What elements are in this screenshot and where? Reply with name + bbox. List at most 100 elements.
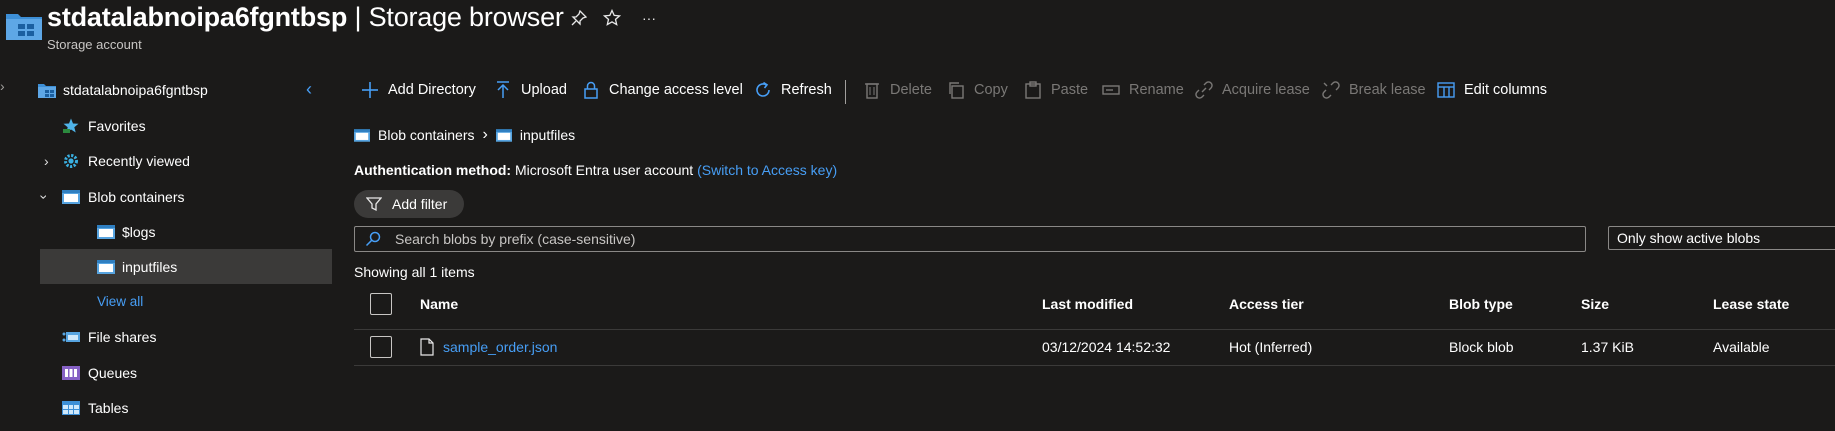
sidebar-item-label: File shares bbox=[88, 328, 157, 345]
file-icon bbox=[420, 338, 434, 356]
row-checkbox[interactable] bbox=[370, 336, 392, 358]
column-header-size[interactable]: Size bbox=[1581, 296, 1609, 312]
sidebar-item-label: inputfiles bbox=[122, 258, 178, 275]
column-header-lease-state[interactable]: Lease state bbox=[1713, 296, 1789, 312]
page-name: Storage browser bbox=[368, 2, 564, 32]
search-placeholder: Search blobs by prefix (case-sensitive) bbox=[395, 231, 636, 247]
sidebar-item-file-shares[interactable]: File shares bbox=[0, 319, 332, 354]
sidebar-item-label: Queues bbox=[88, 364, 138, 381]
sidebar-item-label: Favorites bbox=[88, 117, 146, 134]
sidebar-account[interactable]: stdatalabnoipa6fgntbsp ‹ bbox=[0, 72, 332, 107]
title-separator: | bbox=[354, 2, 362, 32]
sidebar-item-label: Tables bbox=[88, 399, 129, 416]
sidebar-item-label: $logs bbox=[122, 223, 156, 240]
add-directory-button[interactable]: Add Directory bbox=[360, 78, 476, 102]
break-lease-label: Break lease bbox=[1349, 82, 1426, 98]
page-title: stdatalabnoipa6fgntbsp | Storage browser bbox=[47, 2, 564, 33]
star-icon[interactable] bbox=[601, 7, 623, 29]
acquire-lease-button[interactable]: Acquire lease bbox=[1194, 78, 1310, 102]
breadcrumb: Blob containers › inputfiles bbox=[354, 126, 575, 144]
edit-columns-icon bbox=[1436, 80, 1456, 100]
table-icon bbox=[62, 400, 80, 416]
sidebar-item-recently-viewed[interactable]: › Recently viewed bbox=[0, 143, 332, 178]
delete-button[interactable]: Delete bbox=[862, 78, 932, 102]
gear-icon bbox=[62, 153, 80, 169]
auth-method-label: Authentication method: bbox=[354, 162, 512, 178]
search-icon bbox=[365, 231, 381, 247]
more-options-button[interactable]: ··· bbox=[638, 7, 660, 29]
cell-last-modified: 03/12/2024 14:52:32 bbox=[1042, 339, 1171, 355]
rename-icon bbox=[1101, 80, 1121, 100]
add-filter-label: Add filter bbox=[392, 196, 448, 212]
refresh-label: Refresh bbox=[781, 82, 832, 98]
container-icon bbox=[97, 224, 115, 240]
filter-icon bbox=[366, 196, 382, 212]
edit-columns-button[interactable]: Edit columns bbox=[1436, 78, 1547, 102]
column-header-name[interactable]: Name bbox=[420, 296, 458, 312]
column-header-blob-type[interactable]: Blob type bbox=[1449, 296, 1513, 312]
break-lease-button[interactable]: Break lease bbox=[1321, 78, 1426, 102]
sidebar-view-all-link[interactable]: View all bbox=[0, 284, 332, 319]
add-filter-button[interactable]: Add filter bbox=[354, 190, 464, 218]
copy-label: Copy bbox=[974, 82, 1008, 98]
sidebar-item-label: Recently viewed bbox=[88, 152, 190, 169]
sidebar-item-tables[interactable]: Tables bbox=[0, 390, 332, 425]
paste-button[interactable]: Paste bbox=[1023, 78, 1088, 102]
column-header-access-tier[interactable]: Access tier bbox=[1229, 296, 1304, 312]
view-all-label[interactable]: View all bbox=[97, 294, 143, 309]
rename-button[interactable]: Rename bbox=[1101, 78, 1184, 102]
add-directory-label: Add Directory bbox=[388, 82, 476, 98]
select-all-checkbox[interactable] bbox=[370, 293, 392, 315]
sidebar-account-label: stdatalabnoipa6fgntbsp bbox=[63, 81, 208, 98]
container-icon bbox=[62, 189, 80, 205]
delete-icon bbox=[862, 80, 882, 100]
sidebar-item-logs[interactable]: $logs bbox=[0, 214, 332, 249]
auth-method-value: Microsoft Entra user account bbox=[515, 162, 694, 178]
chevron-down-icon[interactable]: › bbox=[36, 194, 52, 199]
column-header-last-modified[interactable]: Last modified bbox=[1042, 296, 1133, 312]
delete-label: Delete bbox=[890, 82, 932, 98]
upload-icon bbox=[493, 80, 513, 100]
breadcrumb-blob-containers[interactable]: Blob containers bbox=[378, 127, 475, 143]
blob-filter-select[interactable]: Only show active blobs bbox=[1608, 226, 1835, 250]
chevron-right-icon[interactable]: › bbox=[44, 153, 49, 169]
pin-icon[interactable] bbox=[568, 7, 590, 29]
toolbar-divider bbox=[845, 80, 846, 104]
paste-label: Paste bbox=[1051, 82, 1089, 98]
container-icon bbox=[354, 128, 370, 142]
paste-icon bbox=[1023, 80, 1043, 100]
container-icon bbox=[97, 259, 115, 275]
page-subtitle: Storage account bbox=[47, 37, 142, 52]
sidebar-item-blob-containers[interactable]: › Blob containers bbox=[0, 179, 332, 214]
table-row-divider bbox=[354, 365, 1835, 366]
search-input[interactable]: Search blobs by prefix (case-sensitive) bbox=[354, 226, 1586, 252]
account-name: stdatalabnoipa6fgntbsp bbox=[47, 2, 348, 32]
storage-account-icon bbox=[6, 10, 42, 40]
switch-to-access-key-link[interactable]: (Switch to Access key) bbox=[697, 162, 837, 178]
refresh-icon bbox=[753, 80, 773, 100]
copy-button[interactable]: Copy bbox=[946, 78, 1008, 102]
collapse-sidebar-icon[interactable]: ‹ bbox=[306, 79, 312, 100]
sidebar-item-inputfiles[interactable]: inputfiles bbox=[40, 249, 332, 284]
copy-icon bbox=[946, 80, 966, 100]
favorites-icon bbox=[62, 118, 80, 134]
change-access-level-button[interactable]: Change access level bbox=[581, 78, 743, 102]
items-count: Showing all 1 items bbox=[354, 264, 475, 280]
plus-icon bbox=[360, 80, 380, 100]
upload-label: Upload bbox=[521, 82, 567, 98]
upload-button[interactable]: Upload bbox=[493, 78, 567, 102]
blob-name-link[interactable]: sample_order.json bbox=[443, 339, 557, 355]
breadcrumb-current[interactable]: inputfiles bbox=[520, 127, 575, 143]
auth-method: Authentication method: Microsoft Entra u… bbox=[354, 162, 837, 178]
cell-size: 1.37 KiB bbox=[1581, 339, 1634, 355]
sidebar-item-queues[interactable]: Queues bbox=[0, 355, 332, 390]
file-share-icon bbox=[62, 329, 80, 345]
queue-icon bbox=[62, 365, 80, 381]
sidebar-item-favorites[interactable]: Favorites bbox=[0, 108, 332, 143]
edit-columns-label: Edit columns bbox=[1464, 82, 1548, 98]
lock-icon bbox=[581, 80, 601, 100]
cell-lease-state: Available bbox=[1713, 339, 1770, 355]
rename-label: Rename bbox=[1129, 82, 1184, 98]
refresh-button[interactable]: Refresh bbox=[753, 78, 832, 102]
blob-filter-value: Only show active blobs bbox=[1617, 230, 1761, 246]
